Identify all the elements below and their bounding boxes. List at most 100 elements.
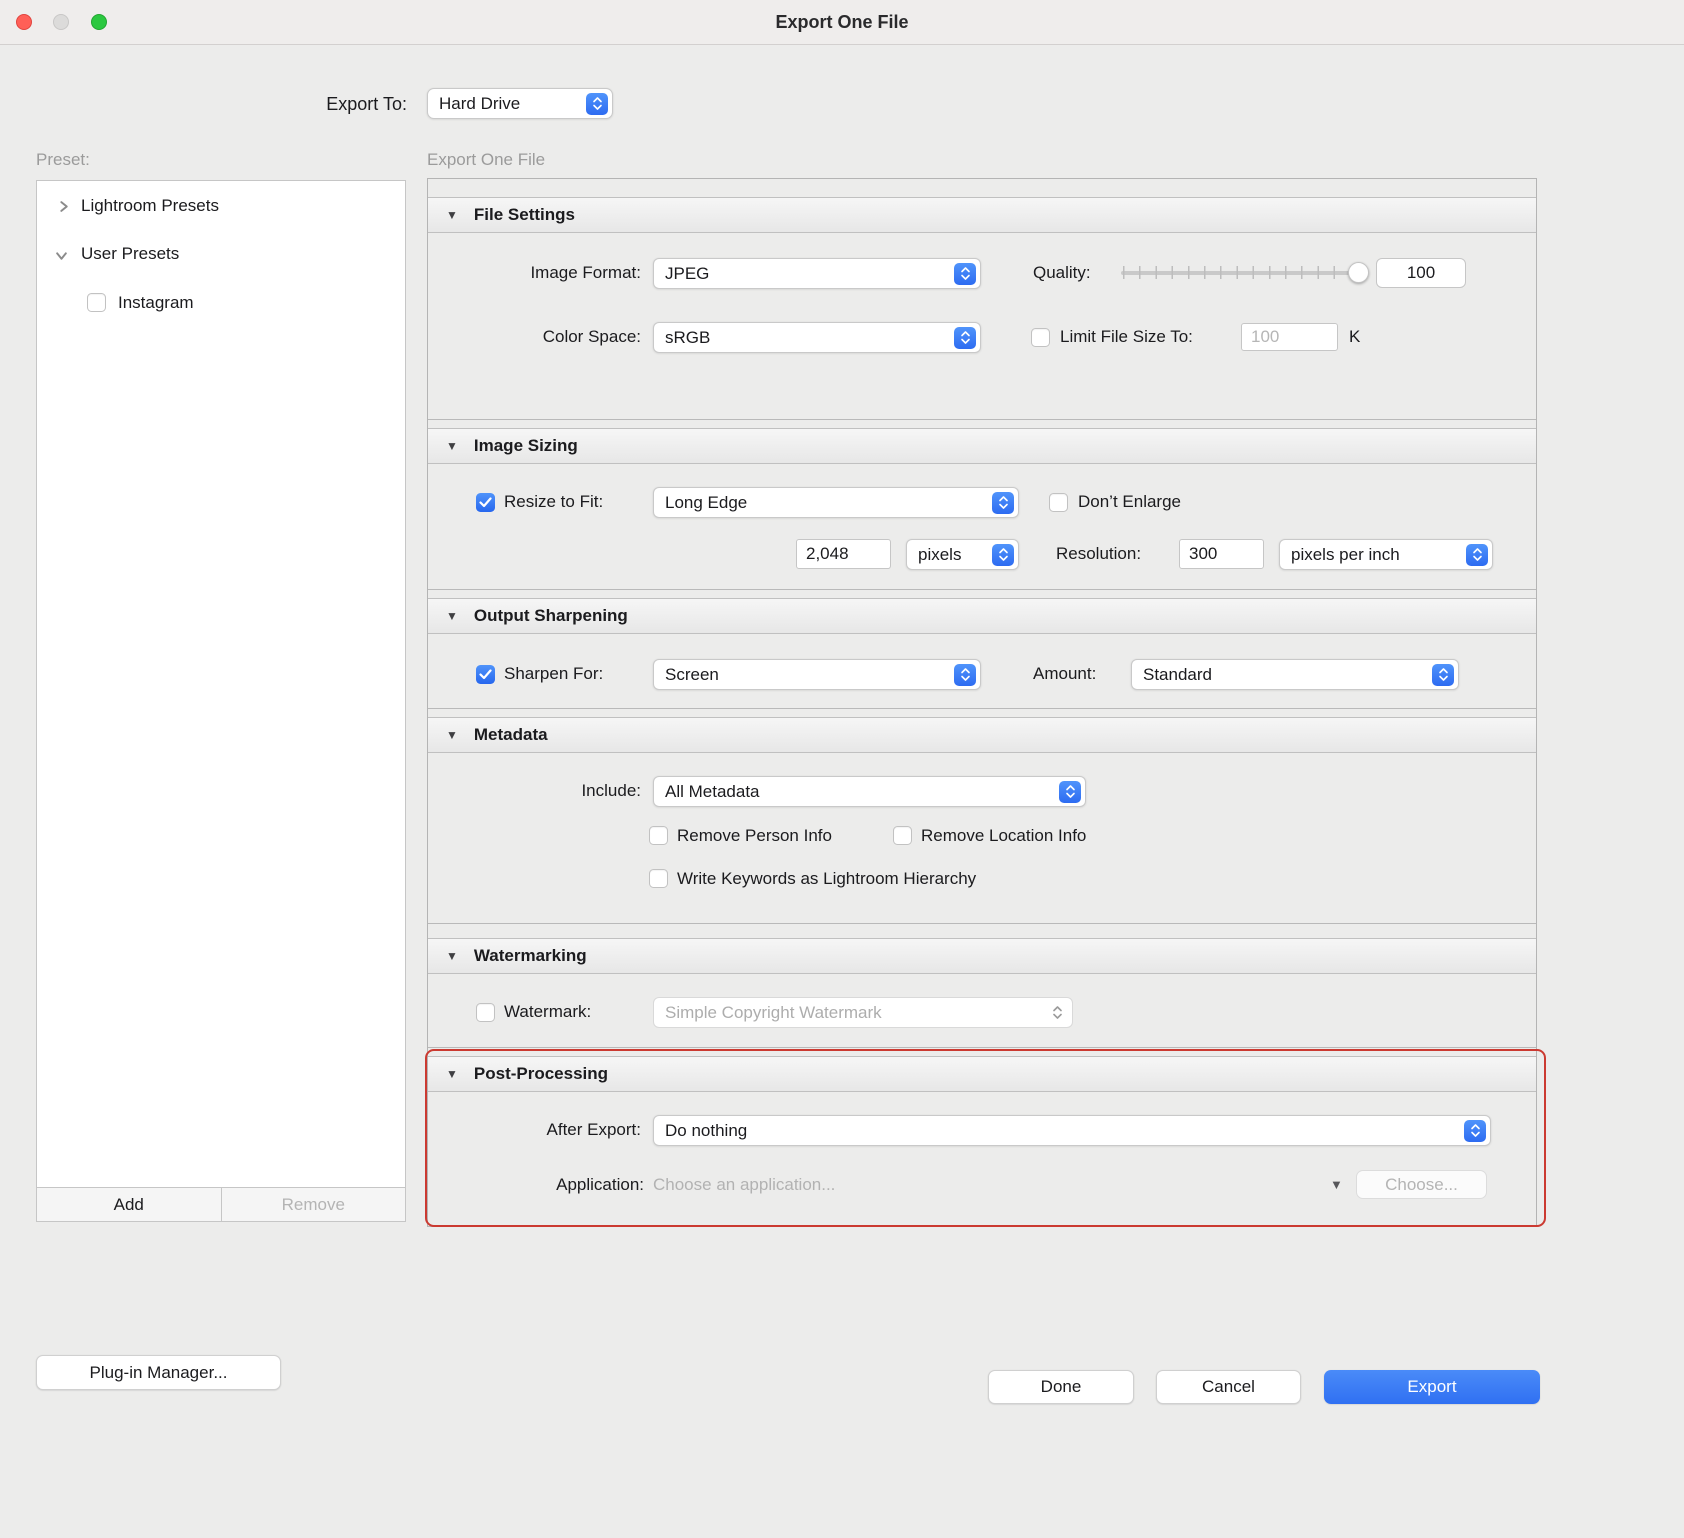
stepper-icon [1464, 1120, 1486, 1142]
disclosure-triangle-icon[interactable]: ▼ [446, 610, 458, 622]
disclosure-triangle-icon[interactable]: ▼ [446, 950, 458, 962]
section-divider [428, 1047, 1536, 1048]
preset-list: Lightroom Presets User Presets Instagram… [36, 180, 406, 1222]
add-preset-button[interactable]: Add [37, 1188, 221, 1221]
zoom-icon[interactable] [91, 14, 107, 30]
section-title: Output Sharpening [474, 606, 628, 626]
color-space-select[interactable]: sRGB [653, 322, 981, 353]
dont-enlarge-label[interactable]: Don’t Enlarge [1078, 487, 1181, 517]
stepper-icon [586, 93, 608, 115]
section-divider [428, 589, 1536, 590]
resolution-label: Resolution: [1056, 539, 1141, 569]
size-unit-select[interactable]: pixels [906, 539, 1019, 570]
stepper-icon [992, 544, 1014, 566]
choose-application-button: Choose... [1356, 1170, 1487, 1199]
stepper-icon [992, 492, 1014, 514]
section-header-post-processing: ▼ Post-Processing [428, 1056, 1536, 1092]
watermark-label[interactable]: Watermark: [504, 997, 591, 1027]
stepper-icon [1432, 664, 1454, 686]
sidebar-item-lightroom-presets[interactable]: Lightroom Presets [81, 193, 219, 219]
export-to-select[interactable]: Hard Drive [427, 88, 613, 119]
preset-actions: Add Remove [37, 1187, 405, 1221]
sidebar-item-user-presets[interactable]: User Presets [81, 241, 179, 267]
slider-ticks [1123, 266, 1351, 279]
sidebar-item-label: User Presets [81, 244, 179, 263]
image-format-select[interactable]: JPEG [653, 258, 981, 289]
section-header-image-sizing: ▼ Image Sizing [428, 428, 1536, 464]
disclosure-triangle-icon[interactable]: ▼ [446, 440, 458, 452]
after-export-select[interactable]: Do nothing [653, 1115, 1491, 1146]
section-header-file-settings: ▼ File Settings [428, 197, 1536, 233]
limit-file-size-unit: K [1349, 322, 1360, 352]
application-dropdown-icon[interactable]: ▼ [1330, 1170, 1343, 1200]
limit-file-size-checkbox[interactable] [1031, 328, 1050, 347]
disclosure-triangle-icon[interactable]: ▼ [446, 1068, 458, 1080]
limit-file-size-field[interactable] [1241, 323, 1338, 351]
resolution-field[interactable] [1179, 539, 1264, 569]
watermark-checkbox[interactable] [476, 1003, 495, 1022]
color-space-value: sRGB [665, 328, 710, 348]
after-export-value: Do nothing [665, 1121, 747, 1141]
include-select[interactable]: All Metadata [653, 776, 1086, 807]
chevron-right-icon[interactable] [57, 200, 70, 213]
resize-mode-select[interactable]: Long Edge [653, 487, 1019, 518]
remove-preset-button[interactable]: Remove [221, 1188, 406, 1221]
section-title: Watermarking [474, 946, 587, 966]
write-keywords-label[interactable]: Write Keywords as Lightroom Hierarchy [677, 864, 976, 894]
size-value-field[interactable] [796, 539, 891, 569]
resolution-unit-select[interactable]: pixels per inch [1279, 539, 1493, 570]
stepper-icon [954, 664, 976, 686]
amount-value: Standard [1143, 665, 1212, 685]
stepper-icon [954, 327, 976, 349]
amount-select[interactable]: Standard [1131, 659, 1459, 690]
resize-to-fit-checkbox[interactable] [476, 493, 495, 512]
watermark-value: Simple Copyright Watermark [665, 1003, 882, 1023]
resize-to-fit-label[interactable]: Resize to Fit: [504, 487, 603, 517]
remove-person-info-checkbox[interactable] [649, 826, 668, 845]
section-title: Image Sizing [474, 436, 578, 456]
disclosure-triangle-icon[interactable]: ▼ [446, 729, 458, 741]
write-keywords-checkbox[interactable] [649, 869, 668, 888]
quality-value-field[interactable] [1376, 258, 1466, 288]
sharpen-for-checkbox[interactable] [476, 665, 495, 684]
size-unit-value: pixels [918, 545, 961, 565]
titlebar: Export One File [0, 0, 1684, 45]
application-label: Application: [440, 1170, 644, 1200]
sidebar-item-label: Instagram [118, 293, 194, 312]
cancel-button[interactable]: Cancel [1156, 1370, 1301, 1404]
sharpen-for-select[interactable]: Screen [653, 659, 981, 690]
main-panel-title: Export One File [427, 145, 545, 175]
remove-location-info-checkbox[interactable] [893, 826, 912, 845]
after-export-label: After Export: [440, 1115, 641, 1145]
sharpen-for-value: Screen [665, 665, 719, 685]
slider-thumb[interactable] [1348, 262, 1369, 283]
instagram-checkbox[interactable] [87, 293, 106, 312]
resize-mode-value: Long Edge [665, 493, 747, 513]
remove-location-info-label[interactable]: Remove Location Info [921, 821, 1086, 851]
done-button[interactable]: Done [988, 1370, 1134, 1404]
amount-label: Amount: [1033, 659, 1096, 689]
section-title: Metadata [474, 725, 548, 745]
section-title: File Settings [474, 205, 575, 225]
chevron-down-icon[interactable] [55, 249, 68, 262]
sidebar-item-instagram[interactable]: Instagram [118, 290, 194, 316]
sharpen-for-label[interactable]: Sharpen For: [504, 659, 603, 689]
include-label: Include: [440, 776, 641, 806]
image-format-label: Image Format: [440, 258, 641, 288]
export-button[interactable]: Export [1324, 1370, 1540, 1404]
minimize-icon[interactable] [53, 14, 69, 30]
stepper-icon [1466, 544, 1488, 566]
limit-file-size-label[interactable]: Limit File Size To: [1060, 322, 1193, 352]
close-icon[interactable] [16, 14, 32, 30]
section-divider [428, 923, 1536, 924]
quality-slider[interactable] [1121, 261, 1367, 285]
preset-label: Preset: [36, 145, 90, 175]
resolution-unit-value: pixels per inch [1291, 545, 1400, 565]
application-placeholder[interactable]: Choose an application... [653, 1170, 835, 1200]
export-to-label: Export To: [200, 89, 407, 119]
dont-enlarge-checkbox[interactable] [1049, 493, 1068, 512]
remove-person-info-label[interactable]: Remove Person Info [677, 821, 832, 851]
plugin-manager-button[interactable]: Plug-in Manager... [36, 1355, 281, 1390]
disclosure-triangle-icon[interactable]: ▼ [446, 209, 458, 221]
section-header-output-sharpening: ▼ Output Sharpening [428, 598, 1536, 634]
